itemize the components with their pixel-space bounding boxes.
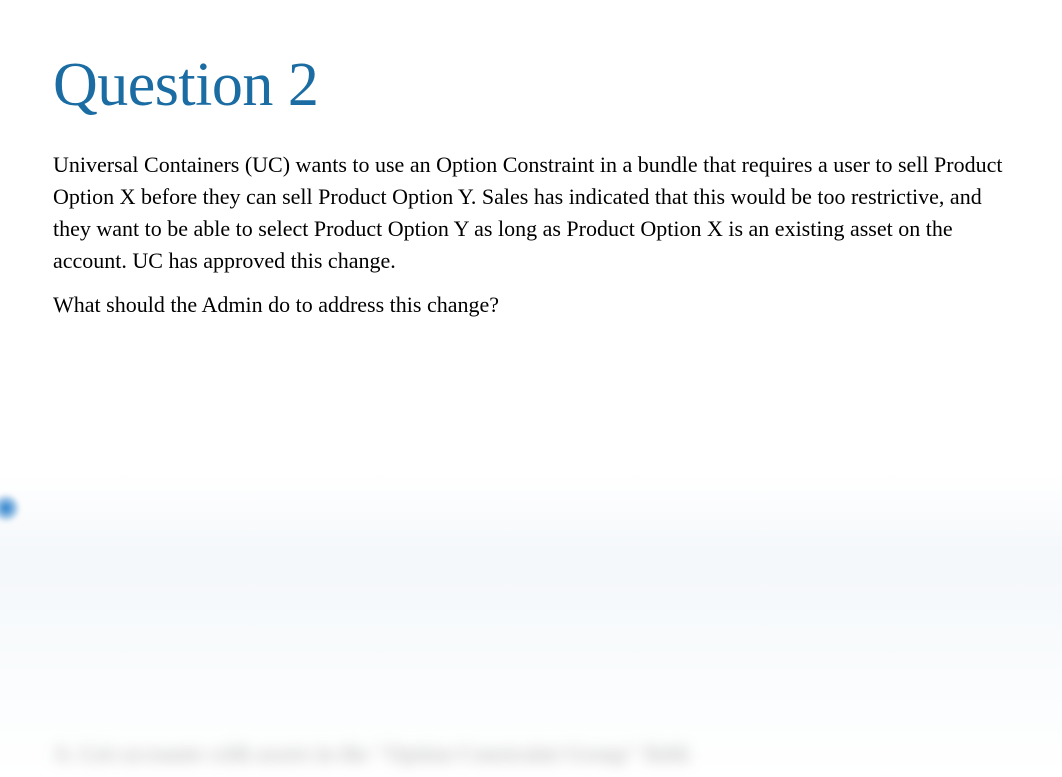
question-body: Universal Containers (UC) wants to use a… [53, 149, 1012, 277]
answer-blur-overlay: A. List accounts with assets in the "Opt… [0, 462, 1062, 777]
question-prompt: What should the Admin do to address this… [53, 289, 1012, 321]
blurred-answer-text: A. List accounts with assets in the "Opt… [53, 741, 692, 767]
glow-indicator-icon [0, 494, 20, 522]
question-heading: Question 2 [53, 50, 1012, 121]
